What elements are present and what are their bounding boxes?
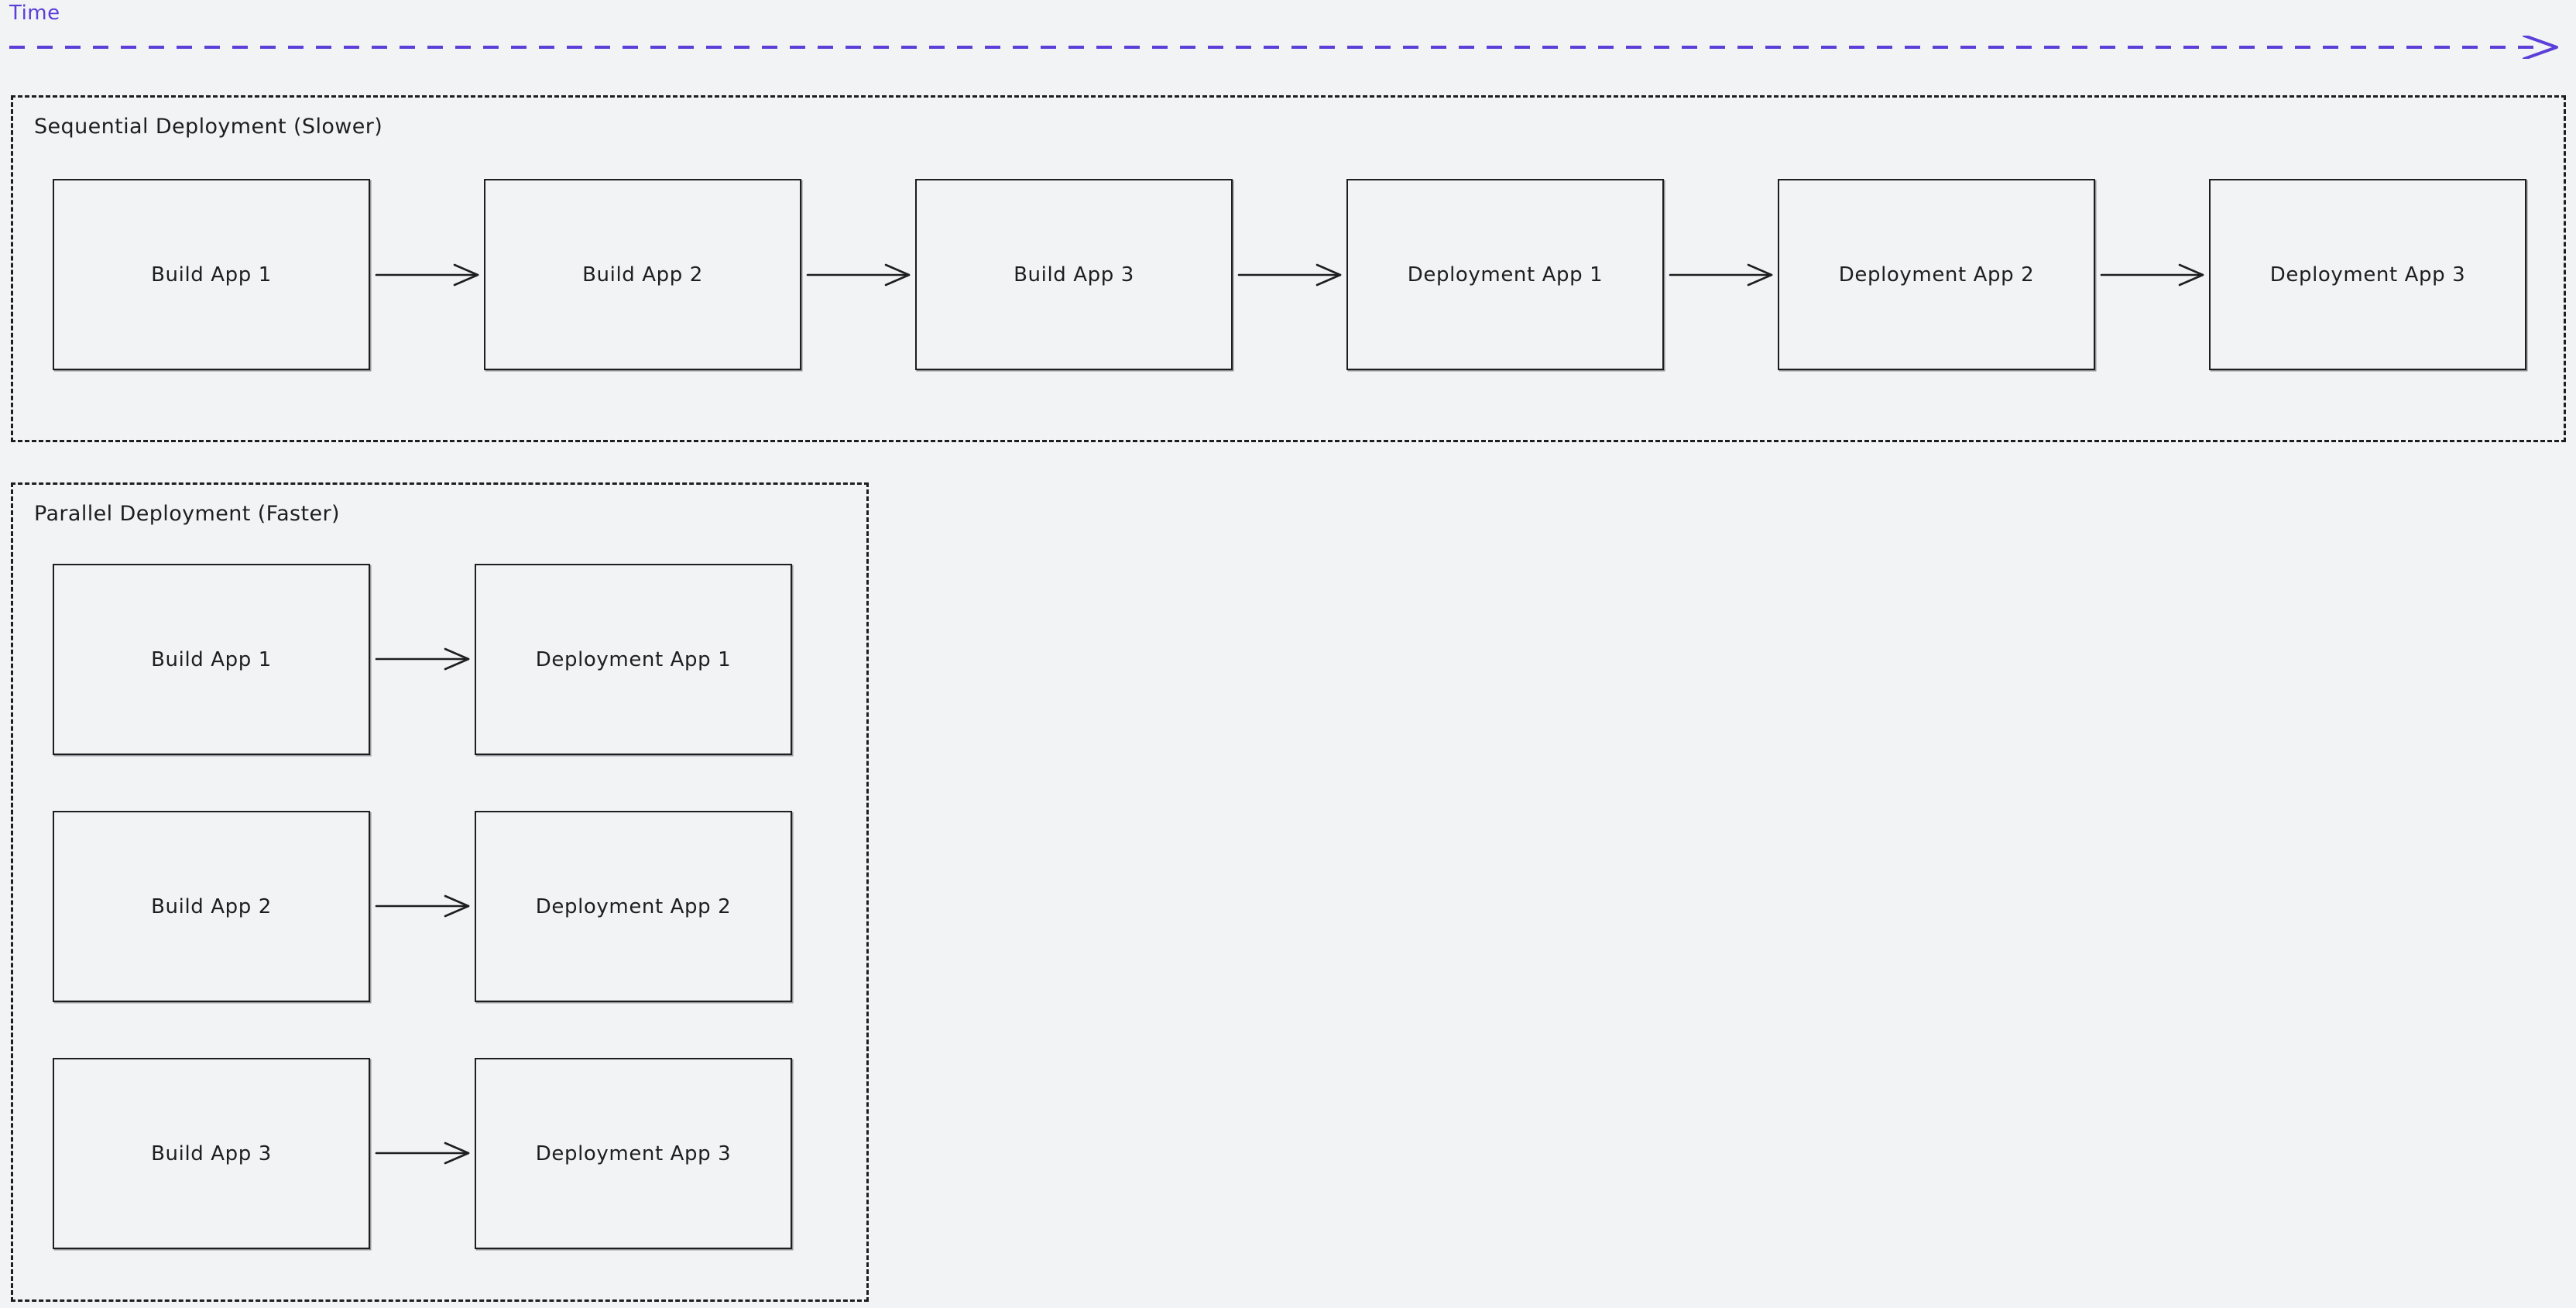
node-label: Deployment App 2 bbox=[535, 894, 732, 918]
group-sequential-deployment[interactable] bbox=[11, 95, 2566, 442]
node-label: Deployment App 1 bbox=[1407, 263, 1604, 287]
node-label: Build App 3 bbox=[151, 1141, 272, 1166]
node-par-deploy-1[interactable]: Deployment App 1 bbox=[475, 564, 792, 755]
node-par-deploy-2[interactable]: Deployment App 2 bbox=[475, 811, 792, 1002]
node-seq-build-3[interactable]: Build App 3 bbox=[915, 179, 1233, 370]
node-label: Build App 3 bbox=[1014, 263, 1134, 287]
node-seq-build-2[interactable]: Build App 2 bbox=[484, 179, 801, 370]
node-par-deploy-3[interactable]: Deployment App 3 bbox=[475, 1058, 792, 1249]
node-seq-build-1[interactable]: Build App 1 bbox=[53, 179, 370, 370]
node-par-build-2[interactable]: Build App 2 bbox=[53, 811, 370, 1002]
node-seq-deploy-3[interactable]: Deployment App 3 bbox=[2209, 179, 2526, 370]
node-par-build-3[interactable]: Build App 3 bbox=[53, 1058, 370, 1249]
group-parallel-title: Parallel Deployment (Faster) bbox=[34, 502, 340, 526]
node-label: Build App 2 bbox=[582, 263, 703, 287]
node-seq-deploy-1[interactable]: Deployment App 1 bbox=[1346, 179, 1664, 370]
node-seq-deploy-2[interactable]: Deployment App 2 bbox=[1778, 179, 2095, 370]
diagram-canvas: Time Sequential Deployment (Slower) Para… bbox=[0, 0, 2576, 1308]
node-label: Build App 1 bbox=[151, 647, 272, 671]
time-axis-label: Time bbox=[9, 2, 60, 25]
node-label: Deployment App 3 bbox=[2269, 263, 2466, 287]
node-label: Build App 2 bbox=[151, 894, 272, 918]
node-par-build-1[interactable]: Build App 1 bbox=[53, 564, 370, 755]
node-label: Deployment App 3 bbox=[535, 1141, 732, 1166]
node-label: Deployment App 2 bbox=[1838, 263, 2035, 287]
node-label: Deployment App 1 bbox=[535, 647, 732, 671]
time-axis-arrow bbox=[9, 36, 2558, 59]
group-sequential-title: Sequential Deployment (Slower) bbox=[34, 115, 383, 139]
node-label: Build App 1 bbox=[151, 263, 272, 287]
